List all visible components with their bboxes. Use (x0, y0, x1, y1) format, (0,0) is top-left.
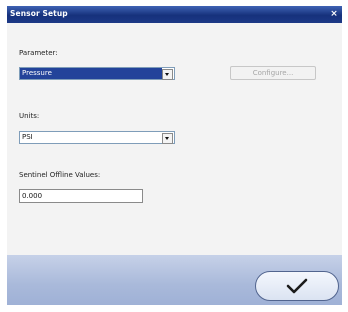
offline-values-label: Sentinel Offline Values: (19, 171, 101, 179)
chevron-down-icon[interactable] (162, 133, 173, 144)
units-dropdown[interactable]: PSI (19, 131, 175, 144)
dialog-footer (7, 255, 342, 305)
dialog-body: Parameter: Pressure Units: PSI Sentinel … (7, 23, 342, 255)
units-selected-value: PSI (22, 133, 33, 141)
configure-button[interactable]: Configure... (230, 66, 316, 80)
ok-button[interactable] (255, 271, 339, 301)
check-icon (286, 278, 308, 294)
parameter-dropdown[interactable]: Pressure (19, 67, 175, 80)
close-button[interactable]: × (329, 8, 339, 20)
parameter-selected-value: Pressure (20, 68, 162, 79)
parameter-label: Parameter: (19, 49, 58, 57)
window-title: Sensor Setup (10, 9, 68, 18)
sensor-setup-dialog: Sensor Setup × Parameter: Pressure Units… (0, 0, 348, 312)
offline-values-input[interactable]: 0.000 (19, 189, 143, 203)
title-bar: Sensor Setup × (7, 6, 342, 23)
chevron-down-icon[interactable] (162, 69, 173, 80)
units-label: Units: (19, 112, 40, 120)
